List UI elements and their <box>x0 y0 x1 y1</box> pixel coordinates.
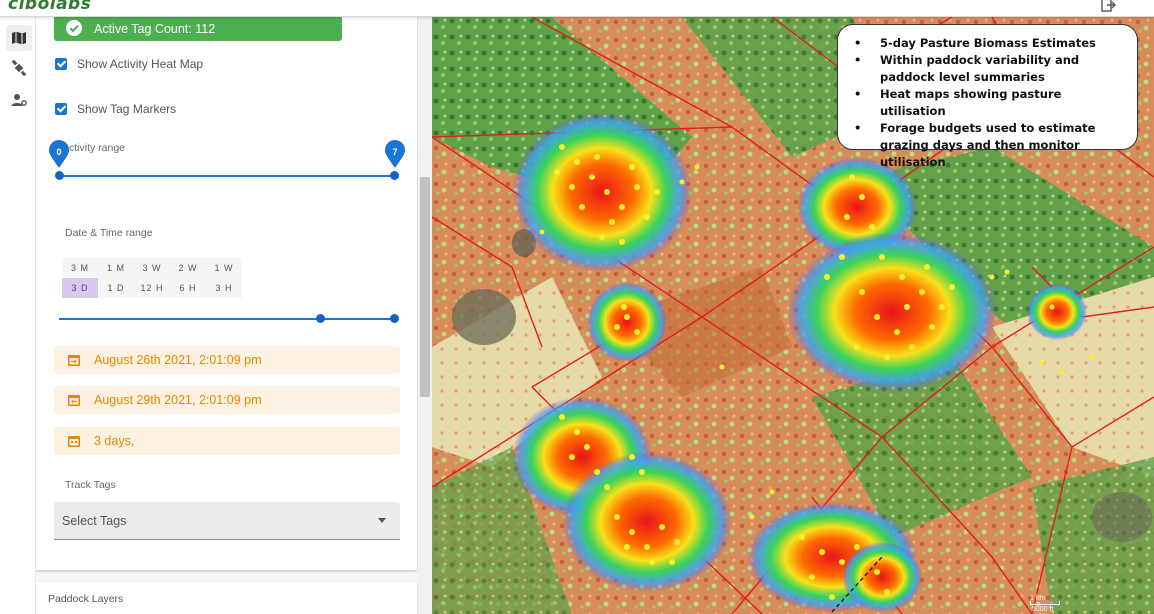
info-bullet: Forage budgets used to estimate grazing … <box>852 120 1131 171</box>
date-time-range-label: Date & Time range <box>65 227 153 239</box>
show-tag-markers-label: Show Tag Markers <box>77 102 177 116</box>
side-panel: Active Tag Count: 112 Show Activity Heat… <box>36 17 432 614</box>
rail-map-button[interactable] <box>6 25 32 51</box>
calendar-end-icon <box>68 395 80 406</box>
exit-icon[interactable] <box>1100 0 1116 13</box>
date-range-start-handle[interactable] <box>316 314 325 323</box>
panel-scrollbar-thumb[interactable] <box>420 177 430 397</box>
paddock-layers-label: Paddock Layers <box>48 593 124 605</box>
date-range-end-handle[interactable] <box>390 314 399 323</box>
activity-range-label: Activity range <box>62 142 126 154</box>
select-tags-placeholder: Select Tags <box>62 513 127 528</box>
app-logo[interactable]: cibolabs <box>8 0 91 14</box>
checkbox-checked-icon <box>55 58 67 70</box>
show-tag-markers-checkbox[interactable]: Show Tag Markers <box>55 102 176 116</box>
nav-rail <box>0 17 36 614</box>
active-tag-count-banner: Active Tag Count: 112 <box>54 17 342 41</box>
activity-range-min-handle[interactable] <box>55 171 64 180</box>
paddock-layers-panel[interactable]: Paddock Layers <box>36 582 417 614</box>
range-option[interactable]: 1 D <box>98 278 134 298</box>
info-callout: 5-day Pasture Biomass Estimates Within p… <box>837 24 1138 169</box>
active-tag-count-text: Active Tag Count: 112 <box>94 22 216 36</box>
activity-range-track[interactable] <box>59 175 395 177</box>
info-bullet: Within paddock variability and paddock l… <box>852 52 1131 86</box>
range-option[interactable]: 3 M <box>62 258 98 278</box>
dropdown-arrow-icon <box>378 518 386 523</box>
panel-scrollbar[interactable] <box>418 17 432 614</box>
start-date-field[interactable]: August 26th 2021, 2:01:09 pm <box>54 346 400 374</box>
range-option[interactable]: 1 W <box>206 258 242 278</box>
end-date-text: August 29th 2021, 2:01:09 pm <box>94 393 262 407</box>
activity-max-pin: 7 <box>384 139 406 169</box>
filter-panel: Active Tag Count: 112 Show Activity Heat… <box>36 17 417 570</box>
range-option-selected[interactable]: 3 D <box>62 278 98 298</box>
activity-min-value: 0 <box>56 147 62 157</box>
info-bullet-list: 5-day Pasture Biomass Estimates Within p… <box>852 35 1131 171</box>
end-date-field[interactable]: August 29th 2021, 2:01:09 pm <box>54 386 400 414</box>
rail-satellite-button[interactable] <box>6 55 32 81</box>
range-option[interactable]: 3 H <box>206 278 242 298</box>
scale-ft-label: 5000 ft <box>1032 606 1054 613</box>
user-settings-icon <box>11 94 27 106</box>
app-root: cibolabs Active Tag Count: 112 Show Acti… <box>0 0 1154 614</box>
range-option[interactable]: 6 H <box>170 278 206 298</box>
duration-text: 3 days, <box>94 434 135 448</box>
range-preset-grid: 3 M 1 M 3 W 2 W 1 W 3 D 1 D 12 H 6 H 3 H <box>62 258 242 298</box>
checkbox-checked-icon <box>55 103 67 115</box>
select-tags-dropdown[interactable]: Select Tags <box>54 502 400 540</box>
map-icon <box>12 31 26 45</box>
range-option[interactable]: 3 W <box>134 258 170 278</box>
duration-field: 3 days, <box>54 427 400 455</box>
activity-range-max-handle[interactable] <box>390 171 399 180</box>
check-circle-icon <box>66 20 82 36</box>
info-bullet: 5-day Pasture Biomass Estimates <box>852 35 1131 52</box>
top-bar: cibolabs <box>0 0 1154 17</box>
info-bullet: Heat maps showing pasture utilisation <box>852 86 1131 120</box>
show-heat-map-label: Show Activity Heat Map <box>77 57 204 71</box>
track-tags-label: Track Tags <box>65 479 116 491</box>
range-option[interactable]: 2 W <box>170 258 206 278</box>
activity-min-pin: 0 <box>48 139 70 169</box>
scale-bar <box>1030 601 1060 605</box>
satellite-icon <box>11 60 27 76</box>
range-option[interactable]: 12 H <box>134 278 170 298</box>
date-range-track[interactable] <box>59 318 395 320</box>
show-heat-map-checkbox[interactable]: Show Activity Heat Map <box>55 57 203 71</box>
rail-user-settings-button[interactable] <box>6 87 32 113</box>
calendar-start-icon <box>68 355 80 366</box>
start-date-text: August 26th 2021, 2:01:09 pm <box>94 353 262 367</box>
activity-max-value: 7 <box>392 147 398 157</box>
map-scale: 1 km 5000 ft <box>1030 595 1090 614</box>
calendar-icon <box>68 436 80 447</box>
logo-text: cibolabs <box>8 0 92 14</box>
range-option[interactable]: 1 M <box>98 258 134 278</box>
